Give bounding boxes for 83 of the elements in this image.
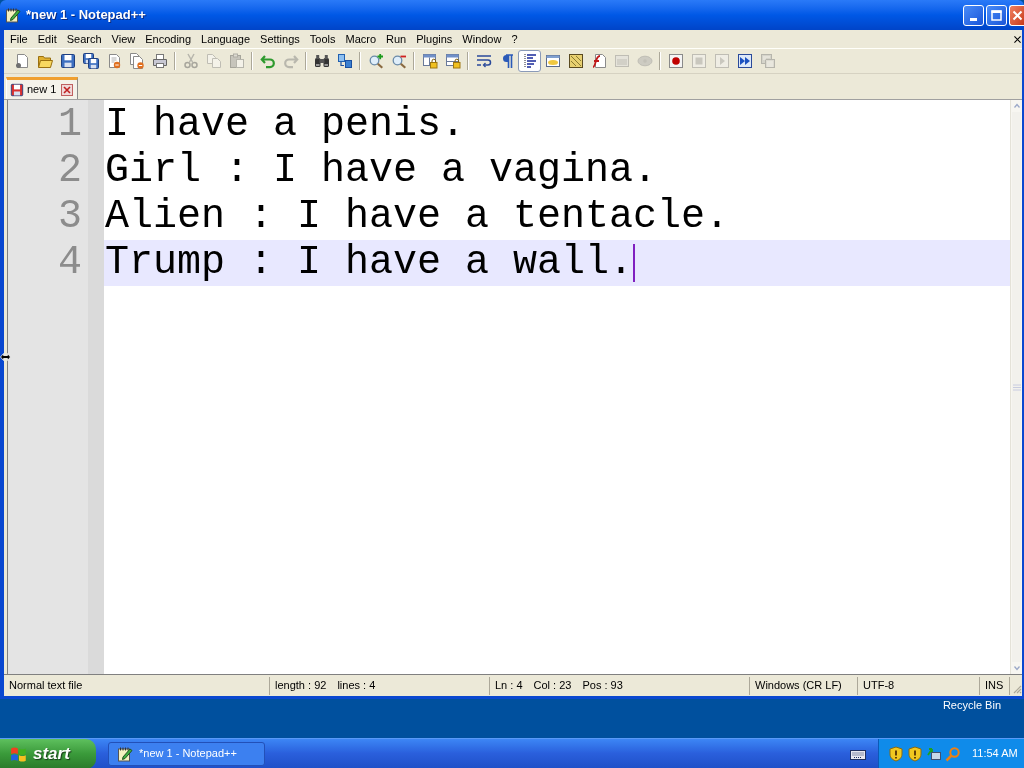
stacked-windows-icon <box>759 53 776 69</box>
menu-item[interactable]: File <box>5 30 33 48</box>
line-text: Ln : 4 <box>495 678 523 694</box>
encoding-text: UTF-8 <box>863 678 895 694</box>
text-cursor <box>633 244 636 282</box>
window-lock-icon <box>421 53 438 69</box>
fast-forward-icon <box>736 53 753 69</box>
text-line: I have a penis. <box>105 102 466 148</box>
open-folder-icon <box>36 53 53 69</box>
menu-item[interactable]: Run <box>381 30 412 48</box>
window-title: *new 1 - Notepad++ <box>26 6 146 25</box>
binoculars-icon <box>313 53 330 69</box>
copy-pages-icon <box>205 53 222 69</box>
close-icon <box>1012 9 1023 21</box>
stop-icon <box>690 53 707 69</box>
length-text: length : 92 <box>275 678 327 694</box>
position-text: Pos : 93 <box>582 678 623 694</box>
undo-arrow-icon <box>259 53 276 69</box>
close-button[interactable] <box>1009 4 1024 26</box>
menu-item[interactable]: Edit <box>32 30 62 48</box>
floppy-disks-icon <box>82 53 99 69</box>
function-page-icon <box>590 53 607 69</box>
wrap-lines-icon <box>475 53 492 69</box>
shield-icon[interactable] <box>907 745 923 762</box>
clock: 11:54 AM <box>972 746 1018 762</box>
taskbar-button[interactable]: *new 1 - Notepad++ <box>108 741 265 766</box>
text-line: Girl : I have a vagina. <box>105 148 658 194</box>
menu-item[interactable]: Macro <box>340 30 382 48</box>
menu-item[interactable]: Window <box>457 30 507 48</box>
menu-item[interactable]: Search <box>61 30 107 48</box>
window-icon <box>613 53 630 69</box>
keyboard-icon[interactable] <box>850 747 866 760</box>
window-note-icon <box>544 53 561 69</box>
line-number: 4 <box>58 240 82 286</box>
notepad-icon <box>117 745 133 762</box>
menu-item[interactable]: Plugins <box>411 30 458 48</box>
minimize-icon <box>970 17 977 21</box>
text-line: Alien : I have a tentacle. <box>105 194 730 240</box>
squares-arrow-icon <box>336 53 353 69</box>
scissors-icon <box>182 53 199 69</box>
line-number: 3 <box>58 194 82 240</box>
printer-icon <box>151 53 168 69</box>
line-ending-text: Windows (CR LF) <box>755 678 842 694</box>
record-icon <box>667 53 684 69</box>
scrollbar[interactable] <box>1010 100 1022 674</box>
eye-icon <box>636 53 653 69</box>
resize-grip-icon <box>1012 683 1022 694</box>
play-icon <box>713 53 730 69</box>
menu-item[interactable]: Tools <box>304 30 341 48</box>
indent-lines-icon <box>521 53 538 69</box>
line-number: 1 <box>58 102 82 148</box>
line-count-text: lines : 4 <box>337 678 376 694</box>
close-icon[interactable] <box>1014 35 1021 43</box>
notepad-icon <box>5 7 21 23</box>
computer-arrow-icon[interactable] <box>926 745 942 762</box>
shield-icon[interactable] <box>888 745 904 762</box>
new-file-icon <box>13 53 30 69</box>
line-number: 2 <box>58 148 82 194</box>
scrollbar-thumb[interactable] <box>1012 112 1021 662</box>
window-lock-icon <box>444 53 461 69</box>
column-text: Col : 23 <box>533 678 572 694</box>
toolbar-button[interactable] <box>518 50 541 72</box>
insert-mode-text: INS <box>985 678 1004 694</box>
menu-item[interactable]: ? <box>506 30 523 48</box>
menu-item[interactable]: View <box>106 30 141 48</box>
map-icon <box>567 53 584 69</box>
grip-icon <box>1012 383 1021 391</box>
maximize-button[interactable] <box>986 4 1007 26</box>
file-type-text: Normal text file <box>9 678 83 694</box>
start-button[interactable]: start <box>0 738 96 768</box>
minimize-button[interactable] <box>963 4 984 26</box>
maximize-icon <box>991 9 1002 21</box>
zoom-in-icon <box>367 53 384 69</box>
redo-arrow-icon <box>282 53 299 69</box>
clipboard-icon <box>228 53 245 69</box>
zoom-out-icon <box>390 53 407 69</box>
text-line: Trump : I have a wall. <box>105 240 634 286</box>
menu-item[interactable]: Language <box>196 30 256 48</box>
menu-item[interactable]: Encoding <box>140 30 197 48</box>
close-files-icon <box>128 53 145 69</box>
menu-item[interactable]: Settings <box>255 30 305 48</box>
desktop-icon-label: Recycle Bin <box>942 699 1001 712</box>
tab[interactable]: new 1 <box>6 77 79 99</box>
